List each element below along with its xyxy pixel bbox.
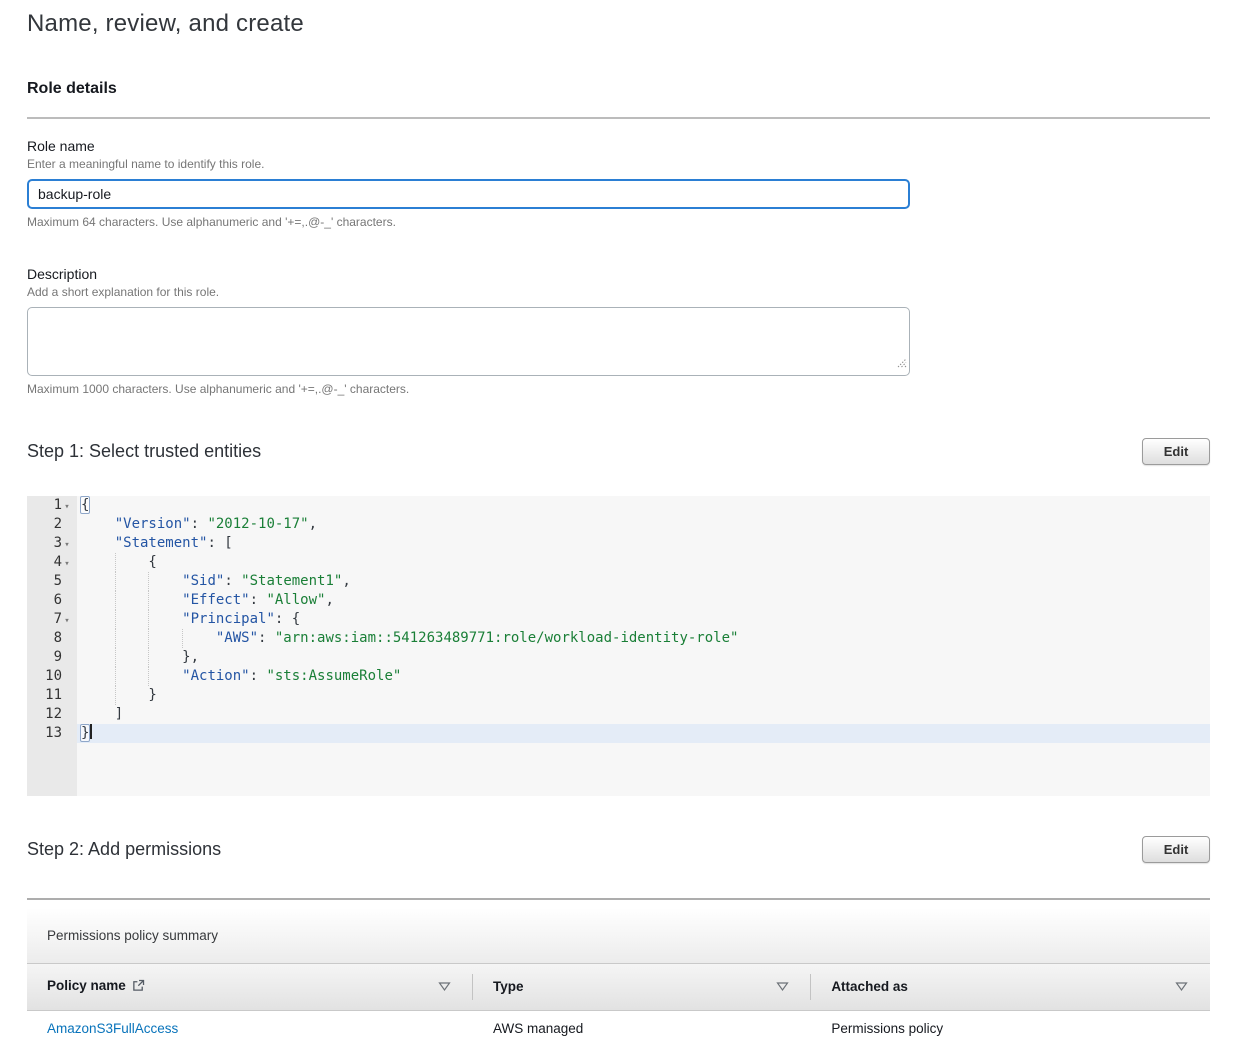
code-line[interactable]: "Version": "2012-10-17", — [77, 515, 1210, 534]
indent-guide — [148, 667, 149, 686]
line-number: 7▾ — [27, 610, 77, 629]
permissions-policy-summary-panel: Permissions policy summary Policy name T… — [27, 908, 1210, 1037]
role-name-label: Role name — [27, 138, 1210, 154]
role-name-help: Enter a meaningful name to identify this… — [27, 157, 1210, 171]
code-line[interactable]: ] — [77, 705, 1210, 724]
line-number: 5 — [27, 572, 77, 591]
line-number: 10 — [27, 667, 77, 686]
indent-guide — [148, 591, 149, 610]
step1-header-row: Step 1: Select trusted entities Edit — [27, 438, 1210, 465]
step2-header-row: Step 2: Add permissions Edit — [27, 836, 1210, 863]
indent-guide — [115, 686, 116, 705]
indent-guide — [182, 629, 183, 648]
sort-dropdown-icon[interactable] — [1175, 979, 1188, 994]
resize-handle-icon[interactable] — [897, 355, 907, 373]
code-line[interactable]: "Effect": "Allow", — [77, 591, 1210, 610]
indent-guide — [115, 591, 116, 610]
indent-guide — [148, 610, 149, 629]
step2-divider — [27, 898, 1210, 900]
line-number: 6 — [27, 591, 77, 610]
description-textarea[interactable] — [27, 307, 910, 376]
step1-heading: Step 1: Select trusted entities — [27, 441, 261, 462]
line-number: 3▾ — [27, 534, 77, 553]
table-row: AmazonS3FullAccess AWS managed Permissio… — [27, 1010, 1210, 1037]
page: Name, review, and create Role details Ro… — [0, 10, 1242, 1037]
role-details-heading: Role details — [27, 80, 1210, 98]
step2-edit-button[interactable]: Edit — [1142, 836, 1210, 863]
step1-edit-button[interactable]: Edit — [1142, 438, 1210, 465]
indent-guide — [115, 610, 116, 629]
code-line[interactable]: "AWS": "arn:aws:iam::541263489771:role/w… — [77, 629, 1210, 648]
sort-dropdown-icon[interactable] — [438, 979, 451, 994]
line-number: 11 — [27, 686, 77, 705]
indent-guide — [148, 629, 149, 648]
column-header-type[interactable]: Type — [473, 964, 811, 1010]
description-label: Description — [27, 266, 1210, 282]
code-line[interactable]: "Sid": "Statement1", — [77, 572, 1210, 591]
code-line[interactable]: { — [77, 496, 1210, 515]
indent-guide — [148, 648, 149, 667]
line-number: 8 — [27, 629, 77, 648]
line-number: 9 — [27, 648, 77, 667]
line-number: 4▾ — [27, 553, 77, 572]
code-line[interactable]: }, — [77, 648, 1210, 667]
code-line[interactable]: } — [77, 686, 1210, 705]
column-header-attached-as[interactable]: Attached as — [811, 964, 1210, 1010]
role-name-input[interactable] — [27, 179, 910, 209]
role-details-divider — [27, 117, 1210, 119]
external-link-icon — [132, 980, 145, 995]
code-line[interactable]: "Statement": [ — [77, 534, 1210, 553]
editor-code-area[interactable]: { "Version": "2012-10-17", "Statement": … — [77, 496, 1210, 796]
permissions-panel-title: Permissions policy summary — [27, 908, 1210, 964]
sort-dropdown-icon[interactable] — [776, 979, 789, 994]
code-line[interactable]: } — [77, 724, 1210, 743]
indent-guide — [148, 572, 149, 591]
description-field: Description Add a short explanation for … — [27, 266, 1210, 396]
indent-guide — [115, 629, 116, 648]
description-constraint: Maximum 1000 characters. Use alphanumeri… — [27, 382, 1210, 396]
role-name-constraint: Maximum 64 characters. Use alphanumeric … — [27, 215, 1210, 229]
indent-guide — [115, 553, 116, 572]
line-number: 1▾ — [27, 496, 77, 515]
permissions-policy-table: Policy name Type Attached as — [27, 964, 1210, 1037]
policy-type-cell: AWS managed — [473, 1010, 811, 1037]
role-name-field: Role name Enter a meaningful name to ide… — [27, 138, 1210, 229]
line-number: 2 — [27, 515, 77, 534]
line-number: 13 — [27, 724, 77, 743]
indent-guide — [115, 667, 116, 686]
column-header-policy-name[interactable]: Policy name — [27, 964, 473, 1010]
policy-attached-as-cell: Permissions policy — [811, 1010, 1210, 1037]
code-line[interactable]: { — [77, 553, 1210, 572]
text-cursor — [90, 724, 92, 739]
code-line[interactable]: "Principal": { — [77, 610, 1210, 629]
editor-line-number-gutter: 1▾23▾4▾567▾8910111213 — [27, 496, 77, 796]
page-title: Name, review, and create — [27, 10, 1210, 38]
line-number: 12 — [27, 705, 77, 724]
trust-policy-code-editor[interactable]: 1▾23▾4▾567▾8910111213 { "Version": "2012… — [27, 496, 1210, 796]
indent-guide — [115, 572, 116, 591]
description-help: Add a short explanation for this role. — [27, 285, 1210, 299]
policy-name-link[interactable]: AmazonS3FullAccess — [47, 1021, 178, 1036]
code-line[interactable]: "Action": "sts:AssumeRole" — [77, 667, 1210, 686]
indent-guide — [115, 648, 116, 667]
step2-heading: Step 2: Add permissions — [27, 839, 221, 860]
